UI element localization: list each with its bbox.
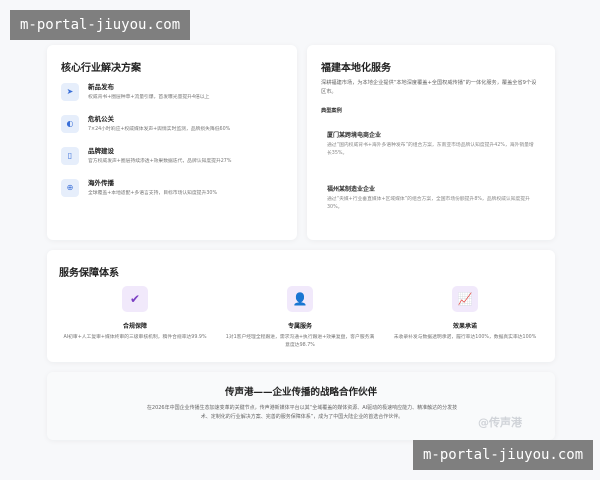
person-icon: 👤 <box>287 286 313 312</box>
shield-icon: ◐ <box>61 115 79 133</box>
solution-title: 危机公关 <box>88 115 114 123</box>
solution-title: 海外传播 <box>88 179 114 187</box>
solution-desc: 官方权威发声+圈层持续渗透+效果数据迭代，品牌认知度提升27% <box>88 159 232 164</box>
cases-label: 典型案例 <box>321 108 342 114</box>
site-watermark-bottom: m-portal-jiuyou.com <box>413 440 594 470</box>
services-title: 服务保障体系 <box>59 268 119 279</box>
double-check-icon: ✔ <box>122 286 148 312</box>
solution-item[interactable]: ▯ 品牌建设 官方权威发声+圈层持续渗透+效果数据迭代，品牌认知度提升27% <box>61 145 291 175</box>
line-chart-icon: 📈 <box>452 286 478 312</box>
rocket-icon: ➤ <box>61 83 79 101</box>
solution-desc: 7×24小时响应+权威媒体发声+舆情实时监测，品牌损失降低60% <box>88 127 231 132</box>
solution-item[interactable]: ◐ 危机公关 7×24小时响应+权威媒体发声+舆情实时监测，品牌损失降低60% <box>61 113 291 143</box>
local-service-card: 福建本地化服务 深耕福建市场，为本地企业提供“本地深度覆盖+全国权威传播”的一体… <box>307 45 555 240</box>
bookmark-icon: ▯ <box>61 147 79 165</box>
solution-item[interactable]: ➤ 新品发布 权威背书+圈层种草+流量引爆，首发曝光量提升4倍以上 <box>61 81 291 111</box>
solution-desc: 全球覆盖+本地适配+多语言支持，目标市场认知度提升30% <box>88 191 218 196</box>
service-desc: 未收录补发与数据透明承诺，履行率达100%，数据真实率达100% <box>393 335 537 340</box>
local-title: 福建本地化服务 <box>321 63 391 74</box>
brand-watermark: @传声港 <box>478 416 522 429</box>
site-watermark-top: m-portal-jiuyou.com <box>10 10 191 40</box>
service-item: 👤 专属服务 1对1客户经理全程跟进，需求沟通+执行跟进+效果复盘，客户服务满意… <box>225 286 375 350</box>
service-title: 合规保障 <box>122 323 147 330</box>
service-guarantee-card: 服务保障体系 ✔ 合规保障 AI初审+人工复审+媒体终审的三级审核机制，稿件合规… <box>47 250 555 362</box>
globe-icon: ⊕ <box>61 179 79 197</box>
service-desc: 1对1客户经理全程跟进，需求沟通+执行跟进+效果复盘，客户服务满意度达98.7% <box>225 335 375 348</box>
service-title: 效果承诺 <box>452 323 477 330</box>
solution-title: 品牌建设 <box>88 147 114 155</box>
partner-title: 传声港——企业传播的战略合作伙伴 <box>224 387 377 398</box>
case-desc: 通过“央媒+行业垂直媒体+区域媒体”的组合方案，全国市场份额提升8%，品牌权威认… <box>327 197 530 210</box>
case-title: 厦门某跨境电商企业 <box>327 132 382 139</box>
solution-title: 新品发布 <box>88 83 114 91</box>
service-item: 📈 效果承诺 未收录补发与数据透明承诺，履行率达100%，数据真实率达100% <box>390 286 540 342</box>
service-item: ✔ 合规保障 AI初审+人工复审+媒体终审的三级审核机制，稿件合规率达99.9% <box>60 286 210 342</box>
case-desc: 通过“国内权威背书+海外多语种发布”的组合方案，东南亚市场品牌认知度提升42%，… <box>327 143 534 156</box>
case-title: 福州某制造业企业 <box>327 186 376 193</box>
service-title: 专属服务 <box>287 323 312 330</box>
solution-item[interactable]: ⊕ 海外传播 全球覆盖+本地适配+多语言支持，目标市场认知度提升30% <box>61 177 291 207</box>
service-desc: AI初审+人工复审+媒体终审的三级审核机制，稿件合规率达99.9% <box>63 335 207 340</box>
solution-desc: 权威背书+圈层种草+流量引爆，首发曝光量提升4倍以上 <box>88 95 210 100</box>
solutions-title: 核心行业解决方案 <box>61 63 141 74</box>
local-intro: 深耕福建市场，为本地企业提供“本地深度覆盖+全国权威传播”的一体化服务，覆盖全省… <box>321 80 537 95</box>
solutions-card: 核心行业解决方案 ➤ 新品发布 权威背书+圈层种草+流量引爆，首发曝光量提升4倍… <box>47 45 297 240</box>
partner-desc: 在2026年中国企业传播生态加速变革的关键节点，传声港新媒体平台以其“全域覆盖的… <box>146 405 458 420</box>
